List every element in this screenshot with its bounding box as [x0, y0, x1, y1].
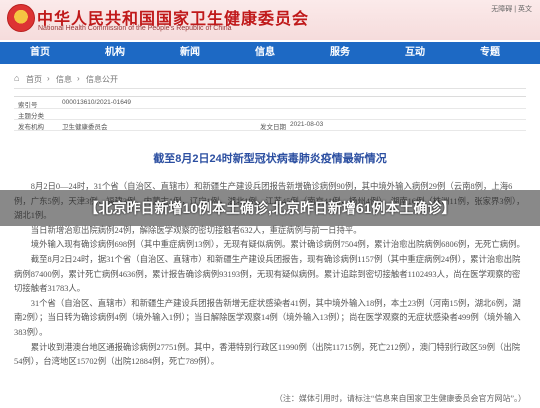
nav-home[interactable]: 首页: [30, 42, 50, 64]
article-title: 截至8月2日24时新型冠状病毒肺炎疫情最新情况: [153, 153, 387, 165]
site-title-en: National Health Commission of the People…: [38, 25, 232, 32]
nav-info[interactable]: 信息: [255, 42, 275, 64]
nav-topics[interactable]: 专题: [480, 42, 500, 64]
breadcrumb-disclosure[interactable]: 信息公开: [86, 74, 118, 85]
nav-interaction[interactable]: 互动: [405, 42, 425, 64]
meta-date-label: 发文日期: [260, 124, 286, 131]
article-paragraph: 累计收到港澳台地区通报确诊病例27751例。其中，香港特别行政区11990例（出…: [14, 342, 521, 367]
meta-dept-value: 卫生健康委员会: [62, 124, 108, 131]
breadcrumb: ⌂ 首页 › 信息 › 信息公开: [14, 70, 526, 89]
article-paragraph: 截至8月2日24时，据31个省（自治区、直辖市）和新疆生产建设兵团报告，现有确诊…: [14, 254, 521, 294]
breadcrumb-sep: ›: [47, 74, 50, 83]
meta-date-value: 2021-08-03: [290, 121, 324, 128]
nav-institution[interactable]: 机构: [105, 42, 125, 64]
site-header: 中华人民共和国国家卫生健康委员会 National Health Commiss…: [0, 0, 540, 40]
home-icon: ⌂: [14, 73, 20, 83]
headline-overlay-text: 【北京昨日新增10例本土确诊,北京昨日新增61例本土确诊】: [84, 200, 456, 216]
meta-index-value: 000013610/2021-01649: [62, 99, 132, 106]
meta-dept-label: 发布机构: [18, 124, 44, 131]
article-paragraph: 境外输入现有确诊病例698例（其中重症病例13例），无现有疑似病例。累计确诊病例…: [30, 240, 525, 250]
header-links[interactable]: 无障碍 | 英文: [491, 4, 532, 14]
main-nav: 首页 机构 新闻 信息 服务 互动 专题: [0, 42, 540, 64]
breadcrumb-info[interactable]: 信息: [56, 74, 72, 85]
breadcrumb-home[interactable]: 首页: [26, 74, 42, 85]
nav-news[interactable]: 新闻: [180, 42, 200, 64]
document-meta: 索引号 000013610/2021-01649 主题分类 发布机构 卫生健康委…: [14, 96, 526, 141]
citation-note: （注：媒体引用时，请标注“信息来自国家卫生健康委员会官方网站”。）: [274, 394, 526, 403]
breadcrumb-sep: ›: [77, 74, 80, 83]
nav-service[interactable]: 服务: [330, 42, 350, 64]
national-emblem-icon: [7, 4, 35, 32]
article-paragraph: 31个省（自治区、直辖市）和新疆生产建设兵团报告新增无症状感染者41例，其中境外…: [14, 298, 521, 337]
